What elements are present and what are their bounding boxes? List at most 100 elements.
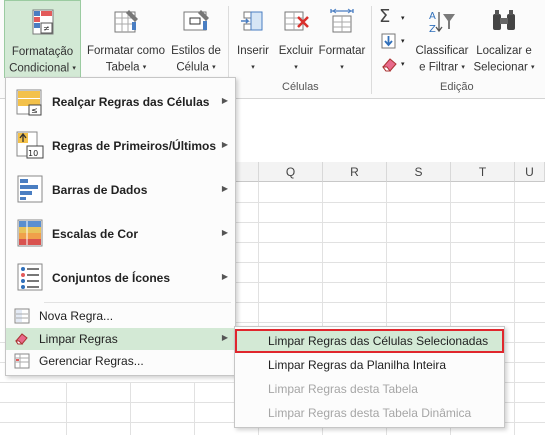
menu-item-manage-rules[interactable]: Gerenciar Regras... xyxy=(6,350,235,372)
menu-item-icon-sets[interactable]: Conjuntos de Ícones ▶ xyxy=(6,258,235,298)
format-as-table-icon xyxy=(114,10,138,33)
dropdown-caret: ▾ xyxy=(142,64,147,71)
conditional-formatting-icon: ≠ xyxy=(32,9,53,35)
grid-line xyxy=(234,262,545,263)
highlight-cells-rules-icon: ≤ xyxy=(16,89,42,116)
dropdown-caret: ▾ xyxy=(401,38,405,45)
column-header-t[interactable]: T xyxy=(451,162,515,182)
sigma-icon: Σ xyxy=(379,6,391,27)
grid-line xyxy=(234,242,545,243)
insert-cells-icon xyxy=(241,11,263,31)
dropdown-caret: ▾ xyxy=(72,65,76,72)
conditional-formatting-label-1: Formatação xyxy=(11,46,74,58)
cells-group-label: Células xyxy=(282,81,319,93)
fill-button[interactable]: ▾ xyxy=(377,32,411,52)
menu-item-top-bottom-rules[interactable]: 10 Regras de Primeiros/Últimos ▶ xyxy=(6,126,235,166)
clear-rules-submenu: Limpar Regras das Células Selecionadas L… xyxy=(234,326,505,428)
conditional-formatting-menu: ≤ Realçar Regras das Células ▶ 10 Regras… xyxy=(5,77,236,376)
ribbon-separator xyxy=(371,6,372,94)
grid-line xyxy=(514,182,515,435)
submenu-arrow-icon: ▶ xyxy=(221,272,228,281)
menu-item-label: Limpar Regras xyxy=(39,332,118,346)
format-as-table-button[interactable]: Formatar como Tabela ▾ xyxy=(83,0,169,78)
menu-item-label: Gerenciar Regras... xyxy=(39,354,144,368)
submenu-arrow-icon: ▶ xyxy=(221,333,228,342)
icon-sets-icon xyxy=(17,263,43,291)
top-bottom-rules-icon: 10 xyxy=(16,131,44,159)
submenu-item-clear-entire-sheet[interactable]: Limpar Regras da Planilha Inteira xyxy=(235,353,504,377)
manage-rules-icon xyxy=(14,353,30,369)
submenu-item-clear-this-table: Limpar Regras desta Tabela xyxy=(268,382,418,396)
data-bars-icon xyxy=(17,175,43,203)
menu-item-label: Realçar Regras das Células xyxy=(52,95,210,109)
conditional-formatting-button[interactable]: ≠ Formatação Condicional ▾ xyxy=(4,0,81,78)
cell-styles-label-1: Estilos de xyxy=(171,45,221,57)
dropdown-caret: ▾ xyxy=(294,64,298,71)
editing-group-label: Edição xyxy=(440,81,474,93)
autosum-button[interactable]: Σ ▾ xyxy=(377,6,411,28)
menu-item-label: Barras de Dados xyxy=(52,183,148,197)
eraser-icon xyxy=(15,333,28,345)
grid-line xyxy=(234,302,545,303)
find-select-button[interactable]: Localizar e Selecionar ▾ xyxy=(472,0,536,78)
grid-line xyxy=(66,382,67,435)
menu-item-data-bars[interactable]: Barras de Dados ▶ xyxy=(6,170,235,210)
delete-cells-button[interactable]: Excluir ▾ xyxy=(275,0,317,78)
svg-text:Z: Z xyxy=(429,24,436,35)
submenu-arrow-icon: ▶ xyxy=(221,184,228,193)
menu-item-label: Conjuntos de Ícones xyxy=(52,271,171,285)
sort-filter-label-2: e Filtrar xyxy=(419,61,459,74)
new-rule-icon xyxy=(14,308,30,324)
menu-item-label: Regras de Primeiros/Últimos xyxy=(52,139,217,153)
svg-text:≠: ≠ xyxy=(43,24,50,33)
grid-line xyxy=(234,282,545,283)
cell-styles-icon xyxy=(183,10,209,31)
dropdown-caret: ▾ xyxy=(251,64,255,71)
menu-item-color-scales[interactable]: Escalas de Cor ▶ xyxy=(6,214,235,254)
svg-text:A: A xyxy=(429,11,436,22)
dropdown-caret: ▾ xyxy=(461,64,465,71)
color-scales-icon xyxy=(17,219,43,247)
sort-filter-button[interactable]: A Z Classificar e Filtrar ▾ xyxy=(412,0,472,78)
column-header-r[interactable]: R xyxy=(323,162,387,182)
delete-cells-icon xyxy=(284,11,309,31)
menu-item-label: Escalas de Cor xyxy=(52,227,139,241)
svg-text:≤: ≤ xyxy=(31,106,38,115)
delete-cells-label: Excluir xyxy=(278,45,314,57)
grid-line xyxy=(130,382,131,435)
column-header-q[interactable]: Q xyxy=(259,162,323,182)
submenu-arrow-icon: ▶ xyxy=(221,228,228,237)
menu-item-label: Nova Regra... xyxy=(39,309,114,323)
submenu-arrow-icon: ▶ xyxy=(221,140,228,149)
sort-filter-icon: A Z xyxy=(429,11,455,35)
format-as-table-label-2: Tabela xyxy=(105,61,140,74)
grid-line xyxy=(194,382,195,435)
column-header-u[interactable]: U xyxy=(515,162,545,182)
submenu-arrow-icon: ▶ xyxy=(221,96,228,105)
clear-button[interactable]: ▾ xyxy=(377,55,411,75)
menu-item-clear-rules[interactable]: Limpar Regras ▶ xyxy=(6,328,235,350)
dropdown-caret: ▾ xyxy=(340,64,344,71)
conditional-formatting-label-2: Condicional xyxy=(9,62,70,75)
dropdown-caret: ▾ xyxy=(212,64,216,71)
svg-text:10: 10 xyxy=(28,149,38,158)
dropdown-caret: ▾ xyxy=(401,61,405,68)
insert-cells-button[interactable]: Inserir ▾ xyxy=(232,0,274,78)
insert-cells-label: Inserir xyxy=(237,45,269,57)
format-cells-icon xyxy=(330,8,354,33)
fill-down-icon xyxy=(381,33,396,49)
menu-item-highlight-cells-rules[interactable]: ≤ Realçar Regras das Células ▶ xyxy=(6,84,235,120)
cell-styles-button[interactable]: Estilos de Célula ▾ xyxy=(169,0,223,78)
sort-filter-label-1: Classificar xyxy=(415,45,469,57)
menu-divider xyxy=(44,302,231,303)
dropdown-caret: ▾ xyxy=(531,64,535,71)
column-header-s[interactable]: S xyxy=(387,162,451,182)
format-cells-button[interactable]: Formatar ▾ xyxy=(317,0,367,78)
find-select-label-1: Localizar e xyxy=(476,45,532,57)
submenu-item-clear-selected-cells[interactable]: Limpar Regras das Células Selecionadas xyxy=(235,329,504,353)
grid-line xyxy=(234,222,545,223)
grid-line xyxy=(234,202,545,203)
menu-item-new-rule[interactable]: Nova Regra... xyxy=(6,305,235,327)
column-header-p[interactable] xyxy=(234,162,259,182)
format-as-table-label-1: Formatar como xyxy=(87,45,165,57)
